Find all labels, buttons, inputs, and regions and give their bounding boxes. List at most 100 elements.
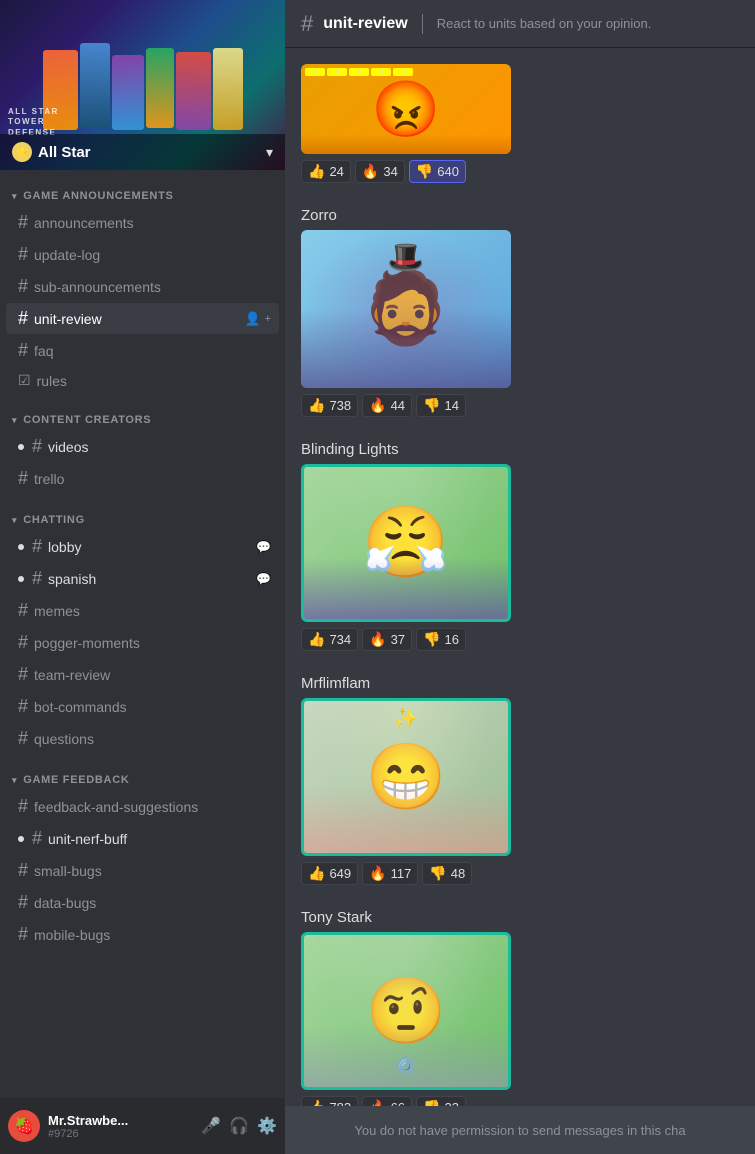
reaction-thumbsdown[interactable]: 👎 14: [416, 394, 466, 417]
hash-icon: #: [32, 828, 42, 849]
channel-item-questions[interactable]: # questions: [6, 723, 279, 754]
unit-image-blinding-lights: 😤: [301, 464, 511, 622]
channel-item-unit-review[interactable]: # unit-review 👤+: [6, 303, 279, 334]
channel-item-data-bugs[interactable]: # data-bugs: [6, 887, 279, 918]
hash-icon: #: [18, 212, 28, 233]
checkbox-icon: ☑: [18, 372, 31, 389]
header-divider: [422, 14, 423, 34]
channel-name: unit-review: [34, 311, 238, 327]
channel-item-sub-announcements[interactable]: # sub-announcements: [6, 271, 279, 302]
unit-entry-naruto: 😡 9 9 9 9 9 👍 24 🔥 34: [301, 64, 739, 183]
reaction-thumbsdown[interactable]: 👎 640: [409, 160, 466, 183]
hash-icon: #: [18, 600, 28, 621]
reaction-thumbsup[interactable]: 👍 649: [301, 862, 358, 885]
unread-dot: [18, 576, 24, 582]
channel-name: rules: [37, 373, 271, 389]
category-header-content-creators[interactable]: ▾ CONTENT CREATORS: [0, 410, 285, 430]
reaction-thumbsup[interactable]: 👍 782: [301, 1096, 358, 1106]
channel-header: # unit-review React to units based on yo…: [285, 0, 755, 48]
chevron-icon: ▾: [12, 415, 17, 426]
unread-dot: [18, 444, 24, 450]
deafen-icon[interactable]: 🎧: [229, 1116, 249, 1136]
channel-name: team-review: [34, 667, 271, 683]
channel-item-mobile-bugs[interactable]: # mobile-bugs: [6, 919, 279, 950]
hash-icon: #: [18, 276, 28, 297]
user-avatar: 🍓: [8, 1110, 40, 1142]
channel-item-pogger-moments[interactable]: # pogger-moments: [6, 627, 279, 658]
add-member-icon[interactable]: 👤+: [244, 311, 271, 327]
no-permission-bar: You do not have permission to send messa…: [285, 1106, 755, 1154]
channel-name: questions: [34, 731, 271, 747]
unit-name-mrflimflam: Mrflimflam: [301, 675, 739, 692]
category-game-feedback: ▾ GAME FEEDBACK # feedback-and-suggestio…: [0, 770, 285, 950]
channel-name: small-bugs: [34, 863, 271, 879]
hash-icon: #: [18, 308, 28, 329]
channel-name: faq: [34, 343, 271, 359]
channel-item-trello[interactable]: # trello: [6, 463, 279, 494]
channel-name: update-log: [34, 247, 271, 263]
hash-icon: #: [18, 796, 28, 817]
hash-icon: #: [32, 568, 42, 589]
channel-item-memes[interactable]: # memes: [6, 595, 279, 626]
reaction-thumbsdown[interactable]: 👎 16: [416, 628, 466, 651]
reaction-fire[interactable]: 🔥 66: [362, 1096, 412, 1106]
channel-item-unit-nerf-buff[interactable]: # unit-nerf-buff: [6, 823, 279, 854]
server-name: All Star: [38, 144, 91, 161]
user-controls: 🎤 🎧 ⚙️: [201, 1116, 277, 1136]
unit-name-blinding-lights: Blinding Lights: [301, 441, 739, 458]
header-channel-name: unit-review: [323, 15, 407, 33]
reaction-fire[interactable]: 🔥 37: [362, 628, 412, 651]
channel-item-small-bugs[interactable]: # small-bugs: [6, 855, 279, 886]
channel-name: bot-commands: [34, 699, 271, 715]
messages-area[interactable]: 😡 9 9 9 9 9 👍 24 🔥 34: [285, 48, 755, 1106]
reactions-tony-stark: 👍 782 🔥 66 👎 23: [301, 1096, 739, 1106]
channel-name: memes: [34, 603, 271, 619]
reaction-fire[interactable]: 🔥 34: [355, 160, 405, 183]
unit-image-zorro: 🧔 🎩: [301, 230, 511, 388]
settings-icon[interactable]: ⚙️: [257, 1116, 277, 1136]
category-header-game-announcements[interactable]: ▾ GAME ANNOUNCEMENTS: [0, 186, 285, 206]
unit-entry-tony-stark: Tony Stark 🤨 ⚙️ 👍 782 🔥 66 👎: [301, 909, 739, 1106]
hash-icon: #: [18, 728, 28, 749]
hash-icon: #: [18, 696, 28, 717]
reaction-thumbsup[interactable]: 👍 734: [301, 628, 358, 651]
channel-item-videos[interactable]: # videos: [6, 431, 279, 462]
hash-icon: #: [18, 860, 28, 881]
channel-item-bot-commands[interactable]: # bot-commands: [6, 691, 279, 722]
reaction-thumbsdown[interactable]: 👎 48: [422, 862, 472, 885]
channel-item-lobby[interactable]: # lobby 💬: [6, 531, 279, 562]
unread-dot: [18, 836, 24, 842]
channel-item-rules[interactable]: ☑ rules: [6, 367, 279, 394]
hash-icon: #: [18, 468, 28, 489]
hash-icon: #: [18, 632, 28, 653]
server-name-bar[interactable]: ⭐ All Star ▾: [0, 134, 285, 170]
unit-name-tony-stark: Tony Stark: [301, 909, 739, 926]
reaction-thumbsup[interactable]: 👍 738: [301, 394, 358, 417]
channel-item-update-log[interactable]: # update-log: [6, 239, 279, 270]
hash-icon: #: [32, 536, 42, 557]
channel-item-team-review[interactable]: # team-review: [6, 659, 279, 690]
hash-icon: #: [18, 664, 28, 685]
user-bar: 🍓 Mr.Strawbe... #9726 🎤 🎧 ⚙️: [0, 1098, 285, 1154]
reaction-thumbsup[interactable]: 👍 24: [301, 160, 351, 183]
reaction-fire[interactable]: 🔥 117: [362, 862, 418, 885]
header-hash-icon: #: [301, 11, 313, 37]
hash-icon: #: [18, 340, 28, 361]
category-header-game-feedback[interactable]: ▾ GAME FEEDBACK: [0, 770, 285, 790]
channel-item-feedback-and-suggestions[interactable]: # feedback-and-suggestions: [6, 791, 279, 822]
unit-image-tony-stark: 🤨 ⚙️: [301, 932, 511, 1090]
category-header-chatting[interactable]: ▾ CHATTING: [0, 510, 285, 530]
channel-name: lobby: [48, 539, 250, 555]
reaction-fire[interactable]: 🔥 44: [362, 394, 412, 417]
reactions-zorro: 👍 738 🔥 44 👎 14: [301, 394, 739, 417]
channel-item-spanish[interactable]: # spanish 💬: [6, 563, 279, 594]
channel-item-faq[interactable]: # faq: [6, 335, 279, 366]
chevron-icon: ▾: [12, 191, 17, 202]
unit-image-mrflimflam: 😁 ✨: [301, 698, 511, 856]
reaction-thumbsdown[interactable]: 👎 23: [416, 1096, 466, 1106]
username: Mr.Strawbe...: [48, 1113, 193, 1128]
mute-icon[interactable]: 🎤: [201, 1116, 221, 1136]
reactions-blinding-lights: 👍 734 🔥 37 👎 16: [301, 628, 739, 651]
server-dropdown-arrow[interactable]: ▾: [266, 144, 273, 161]
channel-item-announcements[interactable]: # announcements: [6, 207, 279, 238]
